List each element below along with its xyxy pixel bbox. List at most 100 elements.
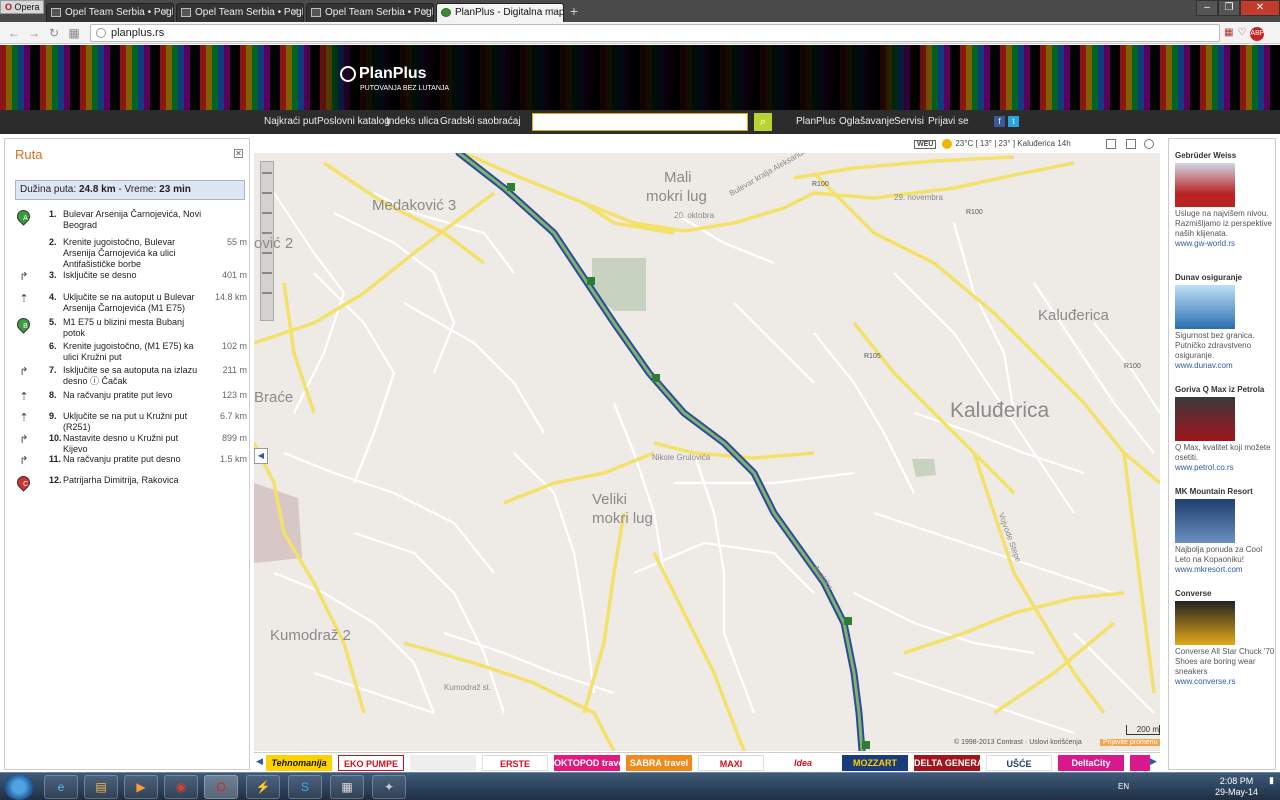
browser-tab[interactable]: Opel Team Serbia • Pogle ✕ xyxy=(176,3,304,22)
menu-indeks-ulica[interactable]: Indeks ulica xyxy=(386,110,439,134)
globe-icon xyxy=(96,28,106,38)
planplus-logo[interactable]: PlanPlus PUTOVANJA BEZ LUTANJA xyxy=(340,65,449,92)
ad-image[interactable] xyxy=(1175,499,1235,543)
ad-logo[interactable]: MOZZART xyxy=(842,755,908,771)
tab-close-icon[interactable]: ✕ xyxy=(291,4,299,21)
route-step[interactable]: 2. Krenite jugoistočno, Bulevar Arsenija … xyxy=(15,237,247,269)
ad-card[interactable]: MK Mountain Resort Najbolja ponuda za Co… xyxy=(1175,487,1275,575)
chrome-icon[interactable]: ◉ xyxy=(164,775,198,799)
forward-icon[interactable]: → xyxy=(26,25,42,41)
tab-close-icon[interactable]: ✕ xyxy=(421,4,429,21)
ad-logo[interactable]: Tehnomanija xyxy=(266,755,332,771)
menu-najkraci-put[interactable]: Najkraći put xyxy=(264,110,317,134)
fork-right-icon: ↱ xyxy=(19,455,29,467)
map-roads xyxy=(254,153,1160,751)
address-bar: ← → ↻ ▦ planplus.rs ▦ ♡ ABP xyxy=(0,22,1280,44)
show-desktop-button[interactable]: ▮ xyxy=(1269,775,1274,786)
twitter-icon[interactable]: t xyxy=(1008,116,1019,127)
menu-prijavi-se[interactable]: Prijavi se xyxy=(928,110,969,134)
speed-dial-icon[interactable]: ▦ xyxy=(66,25,82,41)
ie-icon[interactable]: e xyxy=(44,775,78,799)
menu-oglasavanje[interactable]: Oglašavanje xyxy=(839,110,895,134)
menu-poslovni-katalog[interactable]: Poslovni katalog xyxy=(317,110,390,134)
menu-planplus[interactable]: PlanPlus xyxy=(796,110,835,134)
calculator-icon[interactable]: ▦ xyxy=(330,775,364,799)
opera-menu-button[interactable]: O Opera xyxy=(0,0,44,14)
map-toolbar: WEU 23°C [ 13° | 23° ] Kaluđerica 14h xyxy=(254,137,1160,153)
ad-logo[interactable]: OKTOPOD travel xyxy=(554,755,620,771)
browser-tab-active[interactable]: PlanPlus - Digitalna mapa ✕ xyxy=(436,3,564,22)
language-indicator[interactable]: EN xyxy=(1118,782,1129,791)
close-panel-icon[interactable]: ✕ xyxy=(234,149,243,158)
map-scale: 200 m xyxy=(1126,725,1160,735)
weather-widget[interactable]: WEU 23°C [ 13° | 23° ] Kaluđerica 14h xyxy=(914,139,1071,150)
start-button[interactable] xyxy=(4,774,34,800)
url-field[interactable]: planplus.rs xyxy=(90,24,1220,42)
pan-left-button[interactable]: ◀ xyxy=(254,448,268,464)
route-summary: Dužina puta: 24.8 km - Vreme: 23 min xyxy=(15,180,245,200)
map-canvas[interactable]: ◀ Mali mokri lug Medaković 3 ović 2 Brać… xyxy=(254,153,1160,751)
logo-mark-icon xyxy=(340,66,356,82)
search-button[interactable]: ⌕ xyxy=(754,113,772,131)
ad-logo[interactable]: Idea xyxy=(770,755,836,771)
extensions-icon[interactable]: ▦ xyxy=(1224,27,1233,38)
map-label: mokri lug xyxy=(646,188,707,205)
route-step[interactable]: A 1. Bulevar Arsenija Čarnojevića, Novi B… xyxy=(14,207,247,235)
print-icon[interactable] xyxy=(1106,139,1116,149)
ad-logo[interactable]: ERSTE xyxy=(482,755,548,771)
ad-logo[interactable]: DeltaCity xyxy=(1058,755,1124,771)
search-input[interactable] xyxy=(532,113,748,131)
clock[interactable]: 2:08 PM 29-May-14 xyxy=(1215,776,1258,798)
opera-taskbar-icon[interactable]: O xyxy=(204,775,238,799)
ad-image[interactable] xyxy=(1175,397,1235,441)
menu-gradski-saobracaj[interactable]: Gradski saobraćaj xyxy=(440,110,521,134)
tab-close-icon[interactable]: ✕ xyxy=(161,4,169,21)
adblock-icon[interactable]: ABP xyxy=(1250,27,1264,41)
reload-icon[interactable]: ↻ xyxy=(46,25,62,41)
menu-servisi[interactable]: Servisi xyxy=(894,110,924,134)
tab-close-icon[interactable]: ✕ xyxy=(551,4,559,21)
ad-image[interactable] xyxy=(1175,285,1235,329)
ad-logo[interactable] xyxy=(1130,755,1150,771)
ad-card[interactable]: Gebrüder Weiss Usluge na najvišem nivou.… xyxy=(1175,151,1275,249)
ad-logo[interactable] xyxy=(410,755,476,771)
report-change-button[interactable]: Prijavite promenu xyxy=(1100,739,1161,746)
ad-logo[interactable]: UŠĆE xyxy=(986,755,1052,771)
browser-tab[interactable]: Opel Team Serbia • Pogle ✕ xyxy=(46,3,174,22)
sun-icon xyxy=(942,139,953,149)
street-label: Nikole Grulovića xyxy=(652,453,711,462)
app-icon[interactable]: ✦ xyxy=(372,775,406,799)
browser-tab[interactable]: Opel Team Serbia • Poglje ✕ xyxy=(306,3,434,22)
ad-image[interactable] xyxy=(1175,601,1235,645)
ad-card[interactable]: Goriva Q Max iz Petrola Q Max, kvalitet … xyxy=(1175,385,1275,473)
facebook-icon[interactable]: f xyxy=(994,116,1005,127)
tool-icon[interactable]: ⚡ xyxy=(246,775,280,799)
skype-icon[interactable]: S xyxy=(288,775,322,799)
ad-logo[interactable]: DELTA GENERALI xyxy=(914,755,980,771)
road-number: R100 xyxy=(1124,363,1141,370)
map-label: Mali xyxy=(664,169,692,186)
heart-icon[interactable]: ♡ xyxy=(1237,27,1246,38)
ad-card[interactable]: Converse Converse All Star Chuck '70 Sho… xyxy=(1175,589,1275,687)
media-player-icon[interactable]: ▶ xyxy=(124,775,158,799)
browser-tab-bar: O Opera Opel Team Serbia • Pogle ✕ Opel T… xyxy=(0,0,1280,22)
ad-logo[interactable]: MAXI xyxy=(698,755,764,771)
close-window-button[interactable]: ✕ xyxy=(1240,0,1280,16)
ad-logo[interactable]: EKO PUMPE xyxy=(338,755,404,771)
ads-prev-icon[interactable]: ◀ xyxy=(256,756,263,767)
map-copyright[interactable]: © 1998-2013 Contrast · Uslovi korišćenja xyxy=(954,739,1082,746)
link-icon[interactable] xyxy=(1144,139,1154,149)
map-label: Kumodraž 2 xyxy=(270,627,351,644)
explorer-icon[interactable]: ▤ xyxy=(84,775,118,799)
new-tab-button[interactable]: + xyxy=(566,3,582,19)
route-panel: Ruta ✕ Dužina puta: 24.8 km - Vreme: 23 … xyxy=(4,138,250,770)
ad-card[interactable]: Dunav osiguranje Sigurnost bez granica. … xyxy=(1175,273,1275,371)
ads-next-icon[interactable]: ▶ xyxy=(1150,756,1157,767)
email-icon[interactable] xyxy=(1126,139,1136,149)
ad-logo[interactable]: SABRA travel xyxy=(626,755,692,771)
map-label: ović 2 xyxy=(254,235,294,252)
back-icon[interactable]: ← xyxy=(6,25,22,41)
ad-image[interactable] xyxy=(1175,163,1235,207)
minimize-button[interactable]: – xyxy=(1196,0,1218,16)
maximize-button[interactable]: ❐ xyxy=(1218,0,1240,16)
